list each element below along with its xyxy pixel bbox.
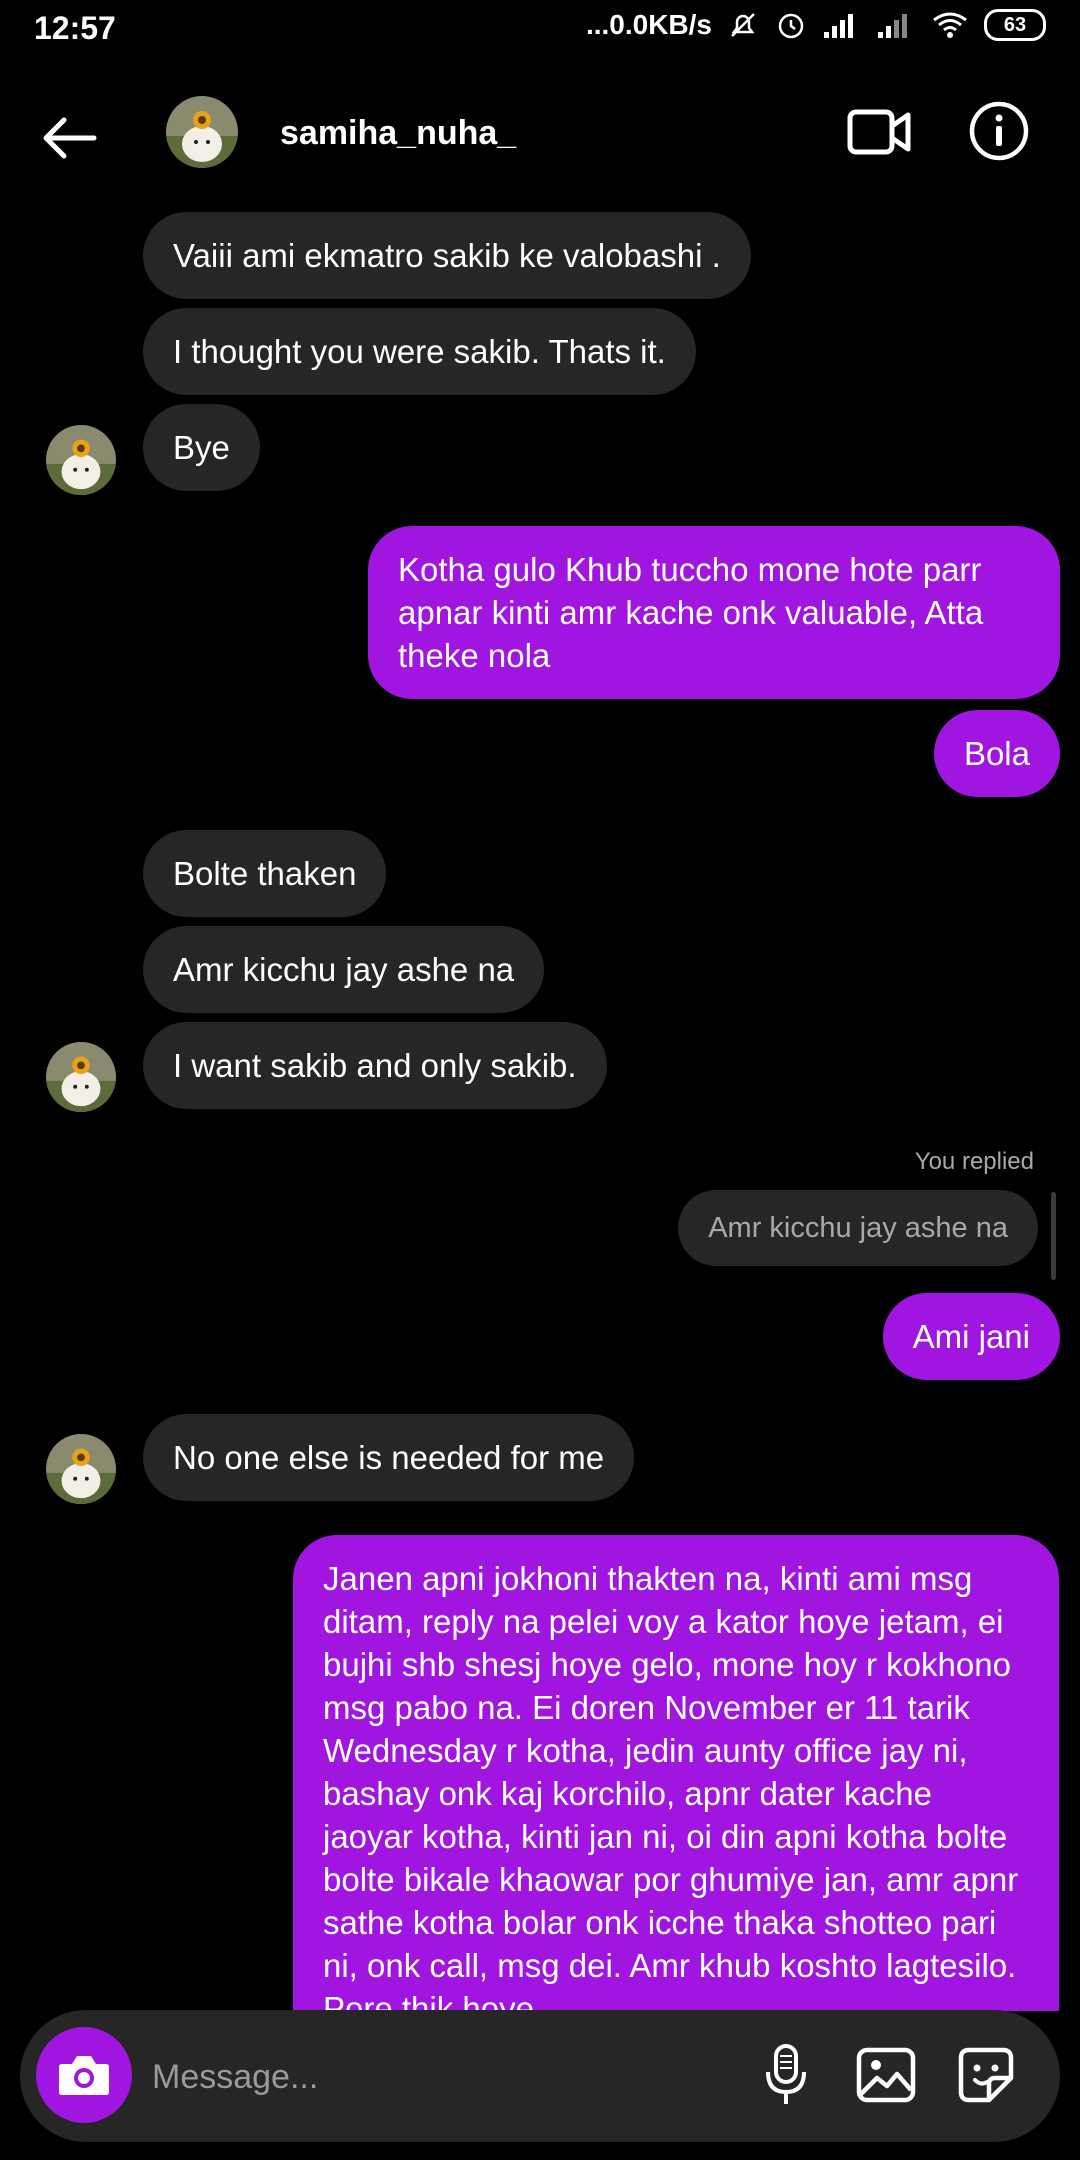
sender-avatar[interactable] <box>46 425 116 495</box>
microphone-button[interactable] <box>752 2040 820 2110</box>
signal-icon <box>822 10 862 40</box>
back-arrow-icon <box>43 117 97 159</box>
message-input[interactable] <box>150 2046 714 2108</box>
info-icon <box>969 101 1029 161</box>
mute-icon <box>726 8 760 42</box>
signal-icon-2 <box>876 10 916 40</box>
incoming-message[interactable]: Vaiii ami ekmatro sakib ke valobashi . <box>143 212 751 299</box>
camera-button[interactable] <box>36 2027 132 2123</box>
chat-header: samiha_nuha_ <box>0 84 1080 194</box>
gallery-icon <box>856 2047 916 2103</box>
incoming-message[interactable]: Bye <box>143 404 260 491</box>
incoming-message[interactable]: No one else is needed for me <box>143 1414 635 1501</box>
battery-level: 63 <box>1003 13 1027 36</box>
header-avatar[interactable] <box>166 96 238 168</box>
video-camera-icon <box>847 109 911 155</box>
long-message-text: Janen apni jokhoni thakten na, kinti ami… <box>293 1535 1059 2011</box>
outgoing-message[interactable]: Ami jani <box>882 1293 1060 1380</box>
outgoing-message[interactable]: Bola <box>933 710 1060 797</box>
status-bar: 12:57 ...0.0KB/s 63 <box>0 0 1080 64</box>
info-button[interactable] <box>968 100 1030 162</box>
alarm-icon <box>774 8 808 42</box>
status-time: 12:57 <box>34 10 116 46</box>
sender-avatar[interactable] <box>46 1042 116 1112</box>
replied-label: You replied <box>914 1148 1034 1175</box>
outgoing-message-long[interactable]: Janen apni jokhoni thakten na, kinti ami… <box>293 1535 1059 2011</box>
status-icons: ...0.0KB/s 63 <box>586 8 1046 42</box>
incoming-message[interactable]: Amr kicchu jay ashe na <box>143 926 545 1013</box>
outgoing-message[interactable]: Kotha gulo Khub tuccho mone hote parr ap… <box>368 526 1060 699</box>
incoming-message[interactable]: Bolte thaken <box>143 830 387 917</box>
sticker-button[interactable] <box>952 2040 1020 2110</box>
back-button[interactable] <box>36 108 106 168</box>
gallery-button[interactable] <box>852 2040 920 2110</box>
incoming-message[interactable]: I thought you were sakib. Thats it. <box>143 308 696 395</box>
header-username[interactable]: samiha_nuha_ <box>280 114 516 153</box>
sticker-icon <box>958 2047 1014 2103</box>
video-call-button[interactable] <box>846 102 912 162</box>
sender-avatar[interactable] <box>46 1434 116 1504</box>
net-speed: ...0.0KB/s <box>585 9 712 40</box>
microphone-icon <box>766 2044 806 2104</box>
incoming-message[interactable]: I want sakib and only sakib. <box>143 1022 607 1109</box>
message-composer <box>20 2010 1060 2142</box>
battery-icon: 63 <box>984 9 1046 41</box>
camera-icon <box>59 2056 109 2095</box>
reply-quote[interactable]: Amr kicchu jay ashe na <box>678 1190 1038 1266</box>
reply-indicator-bar <box>1051 1192 1056 1280</box>
wifi-icon <box>930 10 970 40</box>
